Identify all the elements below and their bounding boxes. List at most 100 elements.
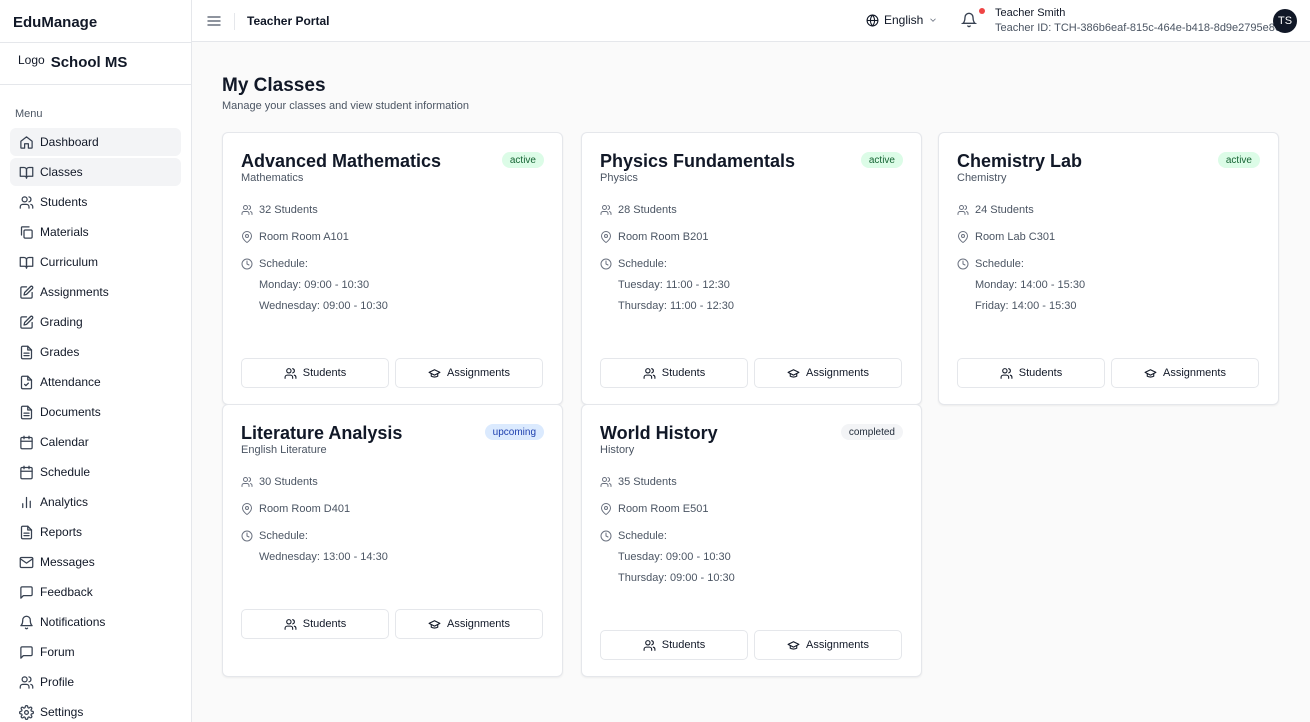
sidebar-item-documents[interactable]: Documents: [10, 398, 181, 426]
students-button[interactable]: Students: [957, 358, 1105, 388]
sidebar-item-grading[interactable]: Grading: [10, 308, 181, 336]
students-button-label: Students: [302, 618, 347, 630]
sidebar-item-label: Schedule: [40, 465, 91, 479]
class-subject: English Literature: [241, 444, 327, 456]
schedule-header: Schedule:: [241, 258, 308, 270]
edit-icon: [18, 314, 34, 330]
page-title: My Classes: [222, 75, 326, 96]
class-subject: Physics: [600, 172, 638, 184]
portal-title: Teacher Portal: [247, 14, 330, 28]
schedule-header: Schedule:: [957, 258, 1024, 270]
sidebar-item-assignments[interactable]: Assignments: [10, 278, 181, 306]
assignments-button[interactable]: Assignments: [754, 358, 902, 388]
assignments-button[interactable]: Assignments: [395, 358, 543, 388]
sidebar-item-materials[interactable]: Materials: [10, 218, 181, 246]
class-title: World History: [600, 423, 718, 443]
class-title: Chemistry Lab: [957, 151, 1083, 171]
sidebar-item-grades[interactable]: Grades: [10, 338, 181, 366]
class-card: Literature Analysis English Literature upc…: [222, 404, 563, 677]
room-info: Room Lab C301: [957, 231, 1055, 243]
assignments-button-label: Assignments: [806, 639, 869, 651]
sidebar-item-messages[interactable]: Messages: [10, 548, 181, 576]
avatar[interactable]: TS: [1273, 9, 1297, 33]
assignments-button[interactable]: Assignments: [754, 630, 902, 660]
student-count: 35 Students: [600, 476, 677, 488]
student-count-text: 32 Students: [259, 204, 318, 216]
schedule-header: Schedule:: [600, 258, 667, 270]
users-icon: [241, 205, 253, 215]
room-text: Room Room A101: [259, 231, 349, 243]
sidebar-item-analytics[interactable]: Analytics: [10, 488, 181, 516]
file-check-icon: [18, 374, 34, 390]
notification-bell-icon[interactable]: [960, 12, 978, 29]
sidebar-item-notifications[interactable]: Notifications: [10, 608, 181, 636]
bell-icon: [18, 614, 34, 630]
student-count: 32 Students: [241, 204, 318, 216]
sidebar-item-label: Feedback: [40, 585, 93, 599]
graduation-cap-icon: [787, 640, 800, 650]
schedule-entry: Friday: 14:00 - 15:30: [975, 300, 1077, 312]
schedule-label: Schedule:: [618, 258, 667, 270]
sidebar-item-reports[interactable]: Reports: [10, 518, 181, 546]
room-info: Room Room E501: [600, 503, 709, 515]
sidebar: EduManage Logo School MS Menu Dashboard C…: [0, 0, 192, 722]
students-button[interactable]: Students: [600, 358, 748, 388]
schedule-entry: Monday: 14:00 - 15:30: [975, 279, 1086, 291]
students-button[interactable]: Students: [600, 630, 748, 660]
sidebar-item-forum[interactable]: Forum: [10, 638, 181, 666]
assignments-button-label: Assignments: [1163, 367, 1226, 379]
users-icon: [241, 477, 253, 487]
sidebar-item-feedback[interactable]: Feedback: [10, 578, 181, 606]
students-button[interactable]: Students: [241, 358, 389, 388]
schedule-label: Schedule:: [259, 530, 308, 542]
school-logo: Logo: [18, 53, 45, 67]
sidebar-item-dashboard[interactable]: Dashboard: [10, 128, 181, 156]
sidebar-item-calendar[interactable]: Calendar: [10, 428, 181, 456]
class-title: Literature Analysis: [241, 423, 403, 443]
sidebar-item-students[interactable]: Students: [10, 188, 181, 216]
class-card: Chemistry Lab Chemistry active 24 Students R…: [938, 132, 1279, 405]
sidebar-item-profile[interactable]: Profile: [10, 668, 181, 696]
gear-icon: [18, 704, 34, 720]
sidebar-item-attendance[interactable]: Attendance: [10, 368, 181, 396]
schedule-entry: Tuesday: 09:00 - 10:30: [618, 551, 731, 563]
sidebar-item-label: Assignments: [40, 285, 109, 299]
sidebar-item-schedule[interactable]: Schedule: [10, 458, 181, 486]
calendar-icon: [18, 464, 34, 480]
user-id: Teacher ID: TCH-386b6eaf-815c-464e-b418-…: [995, 22, 1288, 34]
students-button[interactable]: Students: [241, 609, 389, 639]
schedule-entry: Wednesday: 09:00 - 10:30: [259, 300, 388, 312]
sidebar-item-classes[interactable]: Classes: [10, 158, 181, 186]
users-icon: [600, 477, 612, 487]
map-pin-icon: [242, 503, 252, 515]
room-info: Room Room D401: [241, 503, 350, 515]
chevron-down-icon: [930, 18, 937, 22]
assignments-button[interactable]: Assignments: [395, 609, 543, 639]
menu-toggle-icon[interactable]: [206, 13, 222, 29]
sidebar-item-label: Attendance: [40, 375, 101, 389]
globe-icon: [866, 13, 879, 27]
sidebar-item-label: Analytics: [40, 495, 89, 509]
assignments-button[interactable]: Assignments: [1111, 358, 1259, 388]
sidebar-item-label: Dashboard: [40, 135, 99, 149]
student-count-text: 35 Students: [618, 476, 677, 488]
schedule-label: Schedule:: [259, 258, 308, 270]
sidebar-item-settings[interactable]: Settings: [10, 698, 181, 722]
graduation-cap-icon: [428, 368, 441, 378]
home-icon: [18, 134, 34, 150]
copy-icon: [18, 224, 34, 240]
clock-icon: [241, 258, 253, 270]
sidebar-item-label: Students: [40, 195, 88, 209]
map-pin-icon: [601, 231, 611, 243]
schedule-entry: Tuesday: 11:00 - 12:30: [618, 279, 730, 291]
clock-icon: [241, 530, 253, 542]
assignments-button-label: Assignments: [447, 367, 510, 379]
sidebar-nav: Dashboard Classes Students Materials Curricu…: [0, 128, 191, 722]
language-select[interactable]: English: [866, 13, 938, 27]
sidebar-item-curriculum[interactable]: Curriculum: [10, 248, 181, 276]
file-text-icon: [18, 524, 34, 540]
users-icon: [643, 367, 656, 379]
top-header: Teacher Portal English Teacher Smith Tea…: [192, 0, 1310, 42]
sidebar-item-label: Grades: [40, 345, 80, 359]
map-pin-icon: [958, 231, 968, 243]
